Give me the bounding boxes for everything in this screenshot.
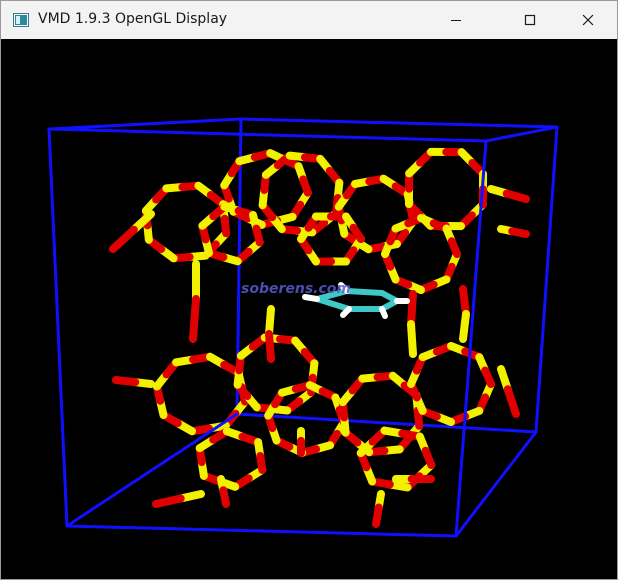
si-o-bond — [152, 494, 185, 508]
vmd-window: VMD 1.9.3 OpenGL Display soberens.com — [0, 0, 618, 580]
si-o-bond — [407, 290, 417, 328]
close-button[interactable] — [565, 1, 611, 39]
title-bar[interactable]: VMD 1.9.3 OpenGL Display — [1, 1, 617, 40]
si-o-bond — [413, 406, 424, 430]
c-c-bond — [344, 288, 385, 296]
si-o-bond — [508, 227, 530, 238]
si-o-bond — [481, 366, 495, 388]
minimize-button[interactable] — [433, 1, 479, 39]
si-o-bond — [299, 175, 312, 197]
si-o-bond — [447, 237, 461, 258]
si-o-bond — [252, 224, 264, 247]
si-o-bond — [407, 320, 417, 358]
molecule-render: soberens.com — [1, 39, 617, 579]
si-o-bond — [256, 452, 267, 474]
minimize-icon — [451, 20, 461, 21]
si-o-bond — [459, 310, 470, 343]
si-o-bond — [265, 330, 275, 363]
c-h-bond — [340, 306, 352, 318]
c-h-bond — [379, 306, 388, 319]
si-o-bond — [220, 214, 231, 238]
si-o-bond — [502, 189, 530, 203]
watermark-text: soberens.com — [241, 281, 351, 297]
si-o-bond — [219, 486, 230, 508]
opengl-display-canvas[interactable]: soberens.com — [1, 39, 617, 579]
si-o-bond — [372, 503, 383, 528]
si-o-bond — [421, 446, 436, 469]
si-o-bond — [112, 376, 140, 387]
maximize-icon — [524, 14, 536, 26]
c-h-bond — [302, 294, 320, 302]
maximize-button[interactable] — [507, 1, 553, 39]
window-title: VMD 1.9.3 OpenGL Display — [38, 11, 228, 27]
si-o-bond — [189, 295, 200, 343]
close-icon — [582, 14, 594, 26]
vmd-app-icon — [13, 12, 29, 28]
